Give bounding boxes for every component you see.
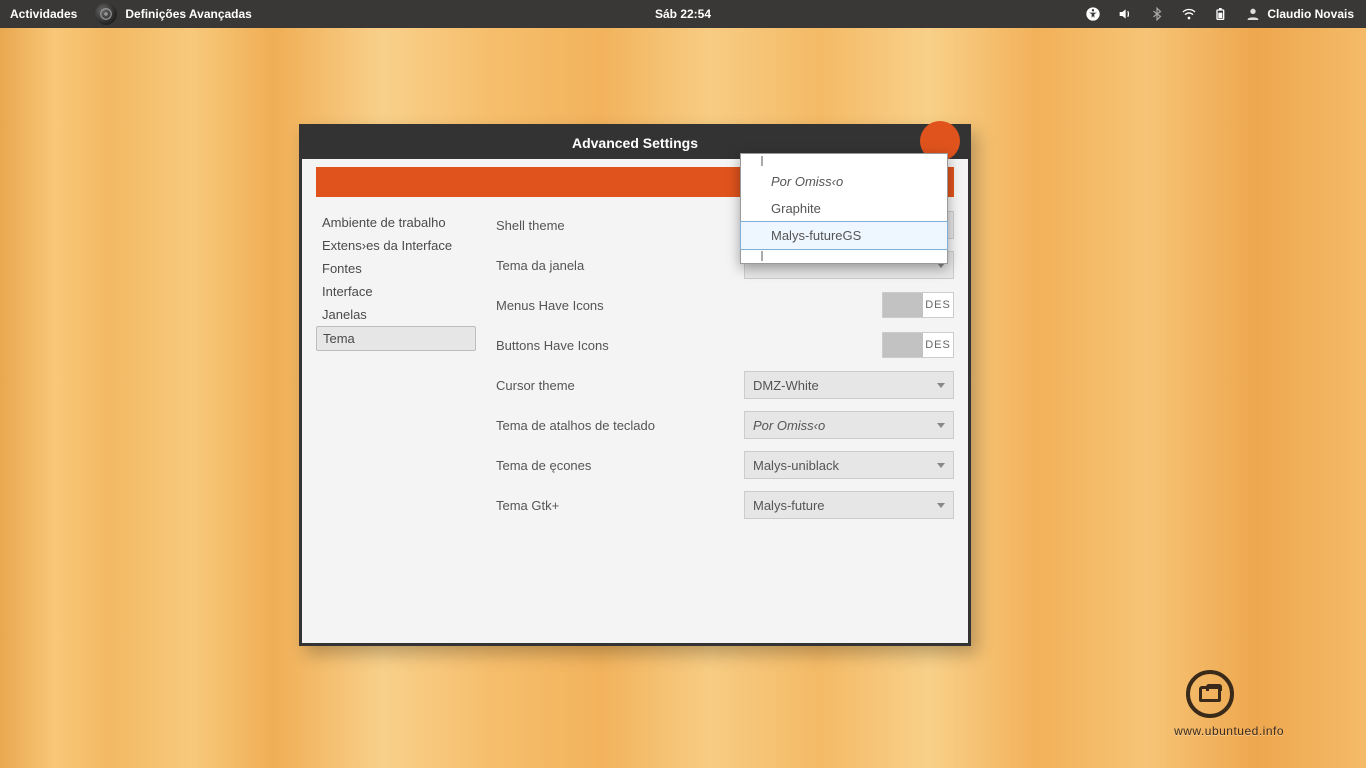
dropdown-option-graphite[interactable]: Graphite xyxy=(741,195,947,222)
wifi-icon[interactable] xyxy=(1181,6,1197,22)
lock-icon xyxy=(1186,670,1234,718)
top-bar: Actividades Definições Avançadas Sáb 22:… xyxy=(0,0,1366,28)
user-menu[interactable]: Claudio Novais xyxy=(1245,6,1354,22)
user-name-label: Claudio Novais xyxy=(1267,7,1354,21)
window-theme-label: Tema da janela xyxy=(496,258,744,273)
app-icon xyxy=(95,3,117,25)
dropdown-option-malys-futuregs[interactable]: Malys-futureGS xyxy=(740,221,948,250)
clock[interactable]: Sáb 22:54 xyxy=(655,7,711,21)
bluetooth-icon[interactable] xyxy=(1149,6,1165,22)
dropdown-option-default[interactable]: Por Omiss‹o xyxy=(741,168,947,195)
chevron-down-icon xyxy=(937,463,945,468)
cursor-theme-label: Cursor theme xyxy=(496,378,744,393)
chevron-down-icon xyxy=(937,383,945,388)
accessibility-icon[interactable] xyxy=(1085,6,1101,22)
battery-icon[interactable] xyxy=(1213,6,1229,22)
dropdown-popup: Por Omiss‹o Graphite Malys-futureGS xyxy=(740,153,948,264)
toggle-knob xyxy=(883,293,923,317)
sidebar-item-desktop[interactable]: Ambiente de trabalho xyxy=(316,211,476,234)
sidebar-item-interface[interactable]: Interface xyxy=(316,280,476,303)
toggle-knob xyxy=(883,333,923,357)
sidebar-item-theme[interactable]: Tema xyxy=(316,326,476,351)
site-url: www.ubuntued.info xyxy=(1174,724,1284,738)
gtk-theme-value: Malys-future xyxy=(753,498,825,513)
icon-theme-label: Tema de ęcones xyxy=(496,458,744,473)
buttons-have-icons-label: Buttons Have Icons xyxy=(496,338,744,353)
cursor-theme-value: DMZ-White xyxy=(753,378,819,393)
sidebar-item-shell-extensions[interactable]: Extens›es da Interface xyxy=(316,234,476,257)
sidebar-item-fonts[interactable]: Fontes xyxy=(316,257,476,280)
keyboard-theme-value: Por Omiss‹o xyxy=(753,418,825,433)
chevron-down-icon xyxy=(937,423,945,428)
volume-icon[interactable] xyxy=(1117,6,1133,22)
user-icon xyxy=(1245,6,1261,22)
keyboard-theme-label: Tema de atalhos de teclado xyxy=(496,418,744,433)
menus-have-icons-toggle[interactable]: DES xyxy=(882,292,954,318)
toggle-off-text: DES xyxy=(923,339,953,351)
icon-theme-combo[interactable]: Malys-uniblack xyxy=(744,451,954,479)
chevron-down-icon xyxy=(937,503,945,508)
window-title: Advanced Settings xyxy=(572,135,698,151)
app-name-label[interactable]: Definições Avançadas xyxy=(125,7,252,21)
activities-button[interactable]: Actividades xyxy=(10,7,77,21)
sidebar-item-windows[interactable]: Janelas xyxy=(316,303,476,326)
site-logo: www.ubuntued.info xyxy=(1186,670,1234,724)
icon-theme-value: Malys-uniblack xyxy=(753,458,839,473)
toggle-off-text: DES xyxy=(923,299,953,311)
buttons-have-icons-toggle[interactable]: DES xyxy=(882,332,954,358)
keyboard-theme-combo[interactable]: Por Omiss‹o xyxy=(744,411,954,439)
menus-have-icons-label: Menus Have Icons xyxy=(496,298,744,313)
cursor-theme-combo[interactable]: DMZ-White xyxy=(744,371,954,399)
gtk-theme-label: Tema Gtk+ xyxy=(496,498,744,513)
gtk-theme-combo[interactable]: Malys-future xyxy=(744,491,954,519)
sidebar: Ambiente de trabalho Extens›es da Interf… xyxy=(316,211,476,519)
